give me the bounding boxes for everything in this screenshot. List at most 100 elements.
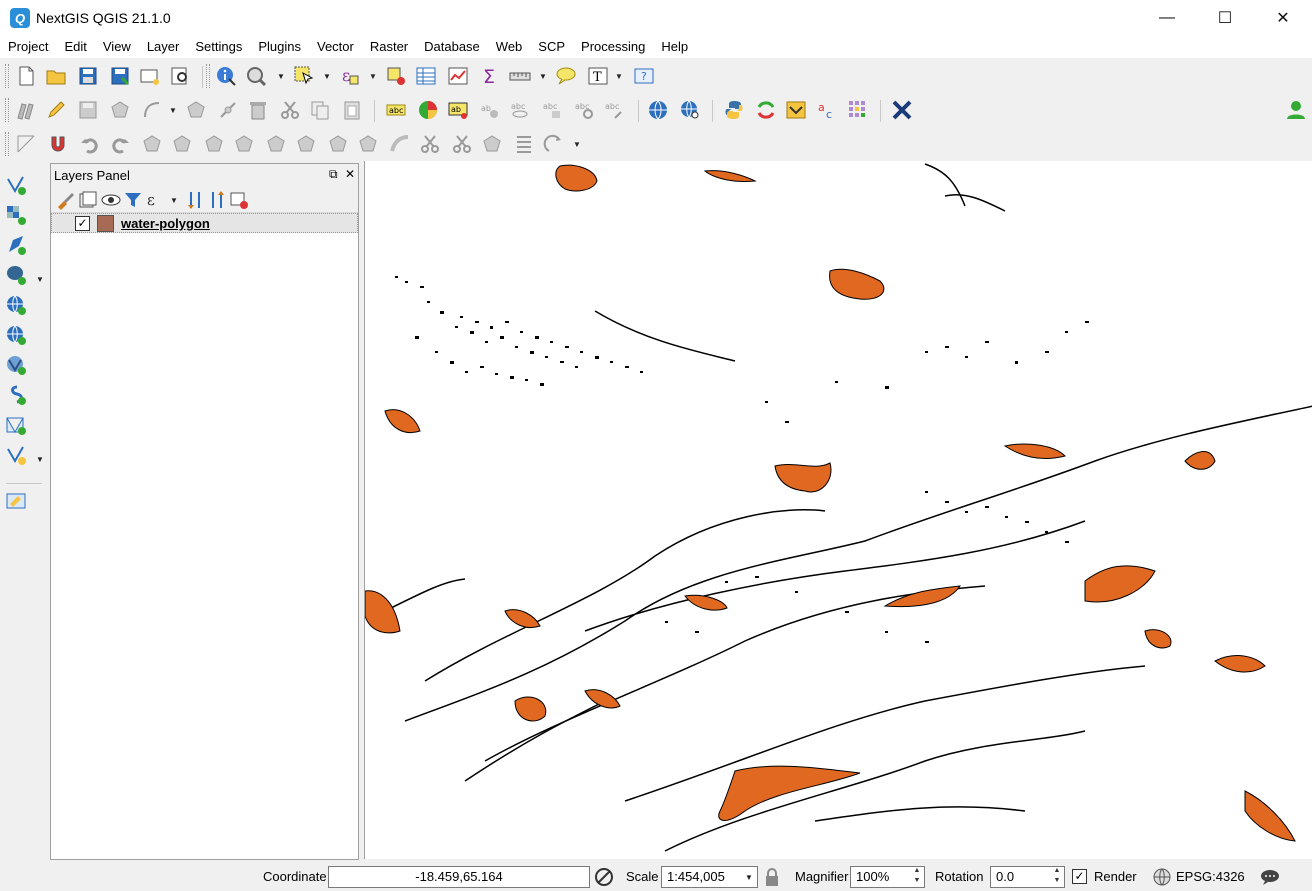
undo-icon[interactable]	[78, 132, 102, 156]
paste-features-icon[interactable]	[340, 98, 364, 122]
rotate-feature-icon[interactable]	[140, 132, 164, 156]
layer-row-water-polygon[interactable]: ✓ water-polygon	[51, 213, 358, 233]
layer-visibility-checkbox[interactable]: ✓	[75, 216, 90, 231]
field-calculator-icon[interactable]: ac	[816, 98, 840, 122]
menu-raster[interactable]: Raster	[362, 36, 416, 58]
add-postgis-layer-icon[interactable]	[4, 263, 28, 287]
georeferencer-icon[interactable]	[4, 489, 28, 513]
menu-database[interactable]: Database	[416, 36, 488, 58]
statistical-summary-icon[interactable]	[446, 64, 470, 88]
add-polygon-icon[interactable]	[108, 98, 132, 122]
menu-vector[interactable]: Vector	[309, 36, 362, 58]
add-wms-layer-icon[interactable]	[4, 293, 28, 317]
add-raster-layer-icon[interactable]	[4, 203, 28, 227]
toggle-editing-icon[interactable]	[44, 98, 68, 122]
processing-toolbox-icon[interactable]	[784, 98, 808, 122]
select-dropdown-icon[interactable]: ▼	[322, 64, 332, 88]
merge-features-icon[interactable]	[480, 132, 504, 156]
web-search-icon[interactable]	[678, 98, 702, 122]
split-features-icon[interactable]	[418, 132, 442, 156]
menu-view[interactable]: View	[95, 36, 139, 58]
layer-styling-icon[interactable]	[53, 188, 77, 212]
snapping-icon[interactable]	[46, 132, 70, 156]
diagram-options-icon[interactable]	[416, 98, 440, 122]
float-panel-icon[interactable]: ⧉	[329, 167, 338, 182]
toolbar-grip[interactable]	[5, 64, 9, 88]
render-checkbox[interactable]: ✓	[1072, 869, 1087, 884]
sum-icon[interactable]: Σ	[478, 64, 502, 88]
move-feature-icon[interactable]	[184, 98, 208, 122]
close-panel-icon[interactable]: ✕	[345, 167, 355, 181]
text-annotation-icon[interactable]: T	[586, 64, 610, 88]
label-toolbar-icon[interactable]: abc	[384, 98, 408, 122]
zoom-tool-icon[interactable]	[244, 64, 268, 88]
menu-settings[interactable]: Settings	[187, 36, 250, 58]
rotate-symbols-icon[interactable]	[542, 132, 566, 156]
annotation-dropdown-icon[interactable]: ▼	[614, 64, 624, 88]
remove-layer-icon[interactable]	[227, 188, 251, 212]
attribute-table-icon[interactable]	[414, 64, 438, 88]
add-wfs-layer-icon[interactable]	[4, 323, 28, 347]
simplify-feature-icon[interactable]	[170, 132, 194, 156]
digitize-dropdown-icon[interactable]: ▼	[168, 98, 178, 122]
maximize-button[interactable]: ☐	[1196, 0, 1254, 36]
menu-layer[interactable]: Layer	[139, 36, 188, 58]
rotation-spinner[interactable]: ▲ ▼	[1050, 866, 1064, 888]
python-console-icon[interactable]	[722, 98, 746, 122]
digitize-curve-icon[interactable]	[140, 98, 164, 122]
deselect-all-icon[interactable]	[384, 64, 408, 88]
add-wcs-layer-icon[interactable]	[4, 353, 28, 377]
menu-processing[interactable]: Processing	[573, 36, 653, 58]
scale-dropdown-icon[interactable]: ▼	[744, 865, 754, 889]
measure-line-icon[interactable]	[508, 64, 532, 88]
menu-edit[interactable]: Edit	[56, 36, 94, 58]
offset-curve-icon[interactable]	[388, 132, 412, 156]
rotate-dropdown-icon[interactable]: ▼	[572, 132, 582, 156]
add-mesh-layer-icon[interactable]	[4, 413, 28, 437]
delete-ring-icon[interactable]	[294, 132, 318, 156]
new-project-icon[interactable]	[14, 64, 38, 88]
add-spatialite-icon[interactable]	[4, 383, 28, 407]
help-icon[interactable]: ?	[632, 64, 656, 88]
menu-plugins[interactable]: Plugins	[250, 36, 309, 58]
open-project-icon[interactable]	[44, 64, 68, 88]
menu-scp[interactable]: SCP	[530, 36, 573, 58]
identify-features-icon[interactable]	[214, 64, 238, 88]
menu-project[interactable]: Project	[0, 36, 56, 58]
menu-help[interactable]: Help	[653, 36, 696, 58]
filter-by-expression-icon[interactable]: ε	[143, 188, 167, 212]
add-vector-layer-icon[interactable]	[4, 173, 28, 197]
save-edits-icon[interactable]	[76, 98, 100, 122]
lock-scale-icon[interactable]	[760, 865, 784, 889]
new-shapefile-layer-icon[interactable]	[4, 443, 28, 467]
rotate-label-icon[interactable]: abc	[572, 98, 596, 122]
minimize-button[interactable]: —	[1138, 0, 1196, 36]
add-part-icon[interactable]	[232, 132, 256, 156]
plugin-x-icon[interactable]	[890, 98, 914, 122]
show-hide-labels-icon[interactable]: abc	[508, 98, 532, 122]
coordinate-field[interactable]: -18.459,65.164	[328, 866, 590, 888]
current-edits-icon[interactable]	[14, 98, 38, 122]
map-canvas[interactable]	[364, 161, 1312, 859]
cut-features-icon[interactable]	[278, 98, 302, 122]
user-account-icon[interactable]	[1284, 98, 1308, 122]
expression-dropdown-icon[interactable]: ▼	[368, 64, 378, 88]
select-features-icon[interactable]	[292, 64, 316, 88]
messages-icon[interactable]	[1258, 865, 1282, 889]
map-rendering[interactable]	[365, 161, 1312, 859]
add-group-icon[interactable]	[76, 188, 100, 212]
toolbar-grip[interactable]	[5, 132, 9, 156]
save-as-icon[interactable]	[108, 64, 132, 88]
processing-refresh-icon[interactable]	[754, 98, 778, 122]
move-label-icon[interactable]: abc	[540, 98, 564, 122]
copy-features-icon[interactable]	[308, 98, 332, 122]
select-by-expression-icon[interactable]: ε	[338, 64, 362, 88]
add-ring-icon[interactable]	[202, 132, 226, 156]
fill-ring-icon[interactable]	[264, 132, 288, 156]
pin-labels-icon[interactable]: ab	[478, 98, 502, 122]
vertex-tool-icon[interactable]	[216, 98, 240, 122]
measure-dropdown-icon[interactable]: ▼	[538, 64, 548, 88]
grid-plugin-icon[interactable]	[846, 98, 870, 122]
change-label-icon[interactable]: abc	[602, 98, 626, 122]
filter-dropdown-icon[interactable]: ▼	[169, 188, 179, 212]
